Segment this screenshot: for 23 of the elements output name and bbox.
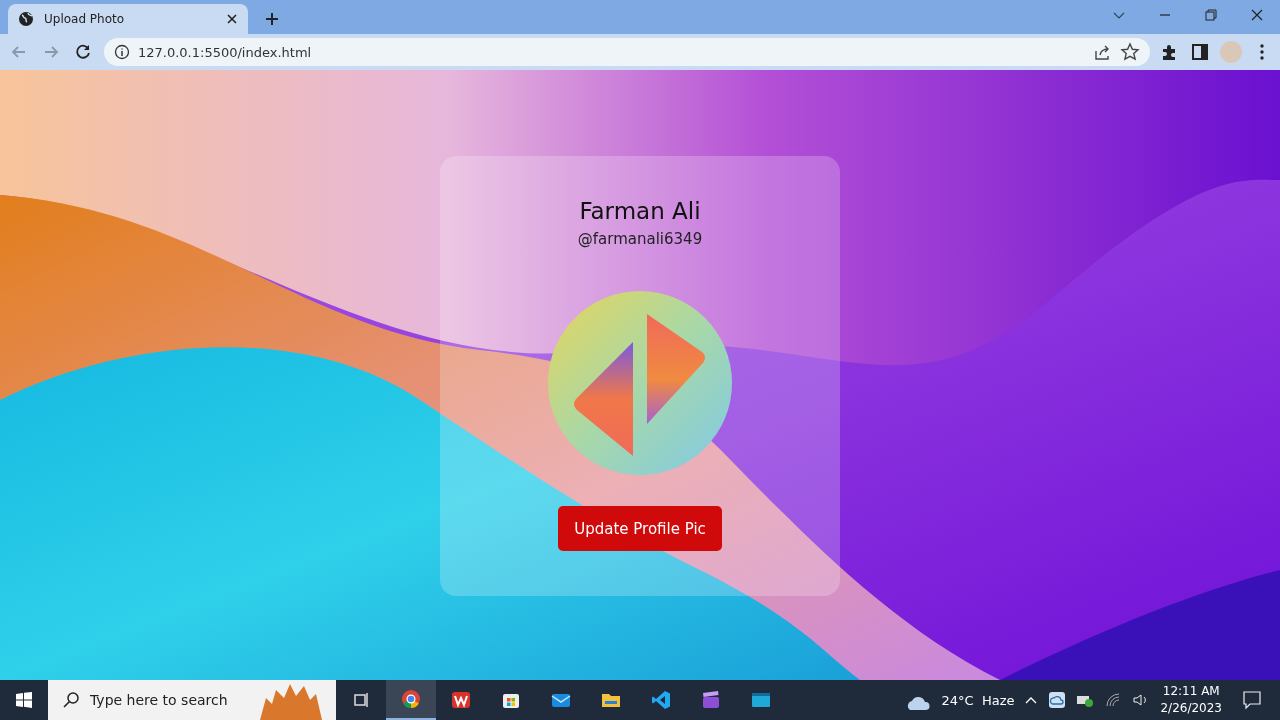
windows-start-icon[interactable] — [14, 690, 34, 710]
clapperboard-icon[interactable] — [701, 690, 721, 710]
office-w-icon[interactable] — [451, 690, 471, 710]
info-icon[interactable] — [114, 44, 130, 60]
taskbar-search-field[interactable]: Type here to search — [48, 680, 336, 720]
app-window-icon[interactable] — [751, 690, 771, 710]
globe-icon — [18, 11, 34, 27]
cloud-icon[interactable] — [1048, 691, 1067, 709]
profile-handle: @farmanali6349 — [577, 230, 703, 248]
side-panel-icon[interactable] — [1190, 42, 1210, 62]
close-tab-icon[interactable] — [226, 13, 238, 25]
search-icon — [62, 691, 80, 709]
weather-text[interactable]: 24°C Haze — [941, 692, 1015, 708]
code-editor-icon[interactable] — [651, 690, 671, 710]
clock[interactable]: 12:11 AM 2/26/2023 — [1160, 683, 1222, 717]
star-icon[interactable] — [1120, 42, 1140, 62]
chrome-icon[interactable] — [401, 689, 421, 709]
update-profile-pic-button[interactable]: Update Profile Pic — [558, 506, 722, 551]
profile-name: Farman Ali — [579, 198, 701, 224]
task-view-icon[interactable] — [351, 690, 371, 710]
browser-tab[interactable]: Upload Photo — [8, 4, 248, 34]
address-bar[interactable]: 127.0.0.1:5500/index.html — [104, 38, 1150, 66]
logo-icon — [547, 290, 733, 476]
